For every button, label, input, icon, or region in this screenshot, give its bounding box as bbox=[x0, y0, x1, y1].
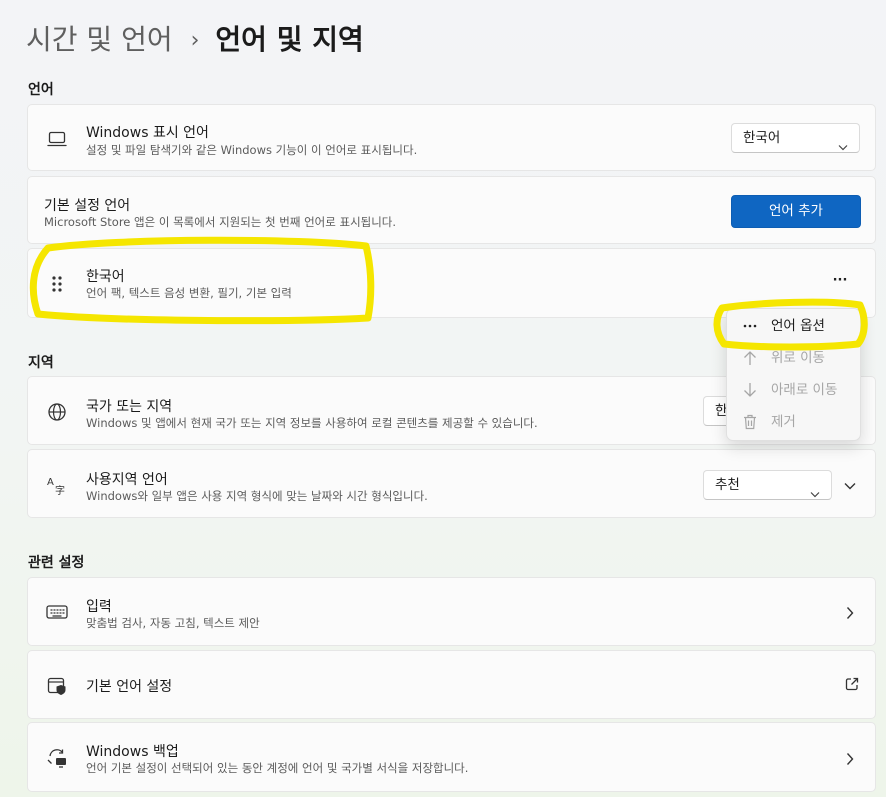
menu-item-move-down[interactable]: 아래로 이동 bbox=[731, 376, 856, 404]
windows-backup-card[interactable]: Windows 백업 언어 기본 설정이 선택되어 있는 동안 계정에 언어 및… bbox=[27, 722, 876, 792]
korean-item-title: 한국어 bbox=[86, 269, 125, 285]
display-language-select[interactable]: 한국어 bbox=[731, 123, 860, 153]
korean-item-subtitle: 언어 팩, 텍스트 음성 변환, 필기, 기본 입력 bbox=[86, 286, 292, 300]
menu-item-label: 위로 이동 bbox=[771, 350, 825, 366]
backup-sync-icon bbox=[46, 747, 68, 769]
typing-title: 입력 bbox=[86, 599, 112, 615]
preferred-language-title: 기본 설정 언어 bbox=[44, 198, 131, 214]
regional-format-select[interactable]: 추천 bbox=[703, 470, 832, 500]
language-format-icon: A字 bbox=[46, 474, 68, 496]
section-header-language: 언어 bbox=[28, 82, 54, 98]
display-language-subtitle: 설정 및 파일 탐색기와 같은 Windows 기능이 이 언어로 표시됩니다. bbox=[86, 143, 418, 157]
trash-icon bbox=[741, 413, 759, 431]
menu-item-move-up[interactable]: 위로 이동 bbox=[731, 344, 856, 372]
menu-item-language-options[interactable]: 언어 옵션 bbox=[731, 312, 856, 340]
keyboard-icon bbox=[46, 601, 68, 623]
expand-chevron-icon[interactable] bbox=[843, 476, 863, 492]
display-language-value: 한국어 bbox=[743, 130, 781, 146]
arrow-up-icon bbox=[741, 349, 759, 367]
breadcrumb-parent[interactable]: 시간 및 언어 bbox=[26, 23, 173, 56]
svg-text:字: 字 bbox=[55, 484, 65, 496]
windows-backup-title: Windows 백업 bbox=[86, 744, 179, 760]
regional-format-card: A字 사용지역 언어 Windows와 일부 앱은 사용 지역 형식에 맞는 날… bbox=[27, 449, 876, 518]
preferred-language-subtitle: Microsoft Store 앱은 이 목록에서 지원되는 첫 번째 언어로 … bbox=[44, 215, 397, 229]
chevron-right-icon bbox=[846, 605, 854, 624]
chevron-down-icon bbox=[838, 133, 848, 161]
external-link-icon bbox=[845, 676, 859, 695]
menu-item-label: 아래로 이동 bbox=[771, 382, 838, 398]
language-context-menu: 언어 옵션 위로 이동 아래로 이동 제거 bbox=[726, 308, 861, 441]
monitor-icon bbox=[46, 128, 68, 150]
country-region-subtitle: Windows 및 앱에서 현재 국가 또는 지역 정보를 사용하여 로컬 콘텐… bbox=[86, 416, 538, 430]
drag-handle-icon[interactable] bbox=[46, 273, 68, 295]
display-language-title: Windows 표시 언어 bbox=[86, 125, 209, 141]
display-language-card: Windows 표시 언어 설정 및 파일 탐색기와 같은 Windows 기능… bbox=[27, 104, 876, 171]
admin-language-card[interactable]: 기본 언어 설정 bbox=[27, 650, 876, 719]
arrow-down-icon bbox=[741, 381, 759, 399]
regional-format-value: 추천 bbox=[715, 477, 740, 493]
menu-item-label: 언어 옵션 bbox=[771, 318, 825, 334]
country-region-title: 국가 또는 지역 bbox=[86, 399, 173, 415]
section-header-related: 관련 설정 bbox=[28, 555, 85, 571]
chevron-down-icon bbox=[810, 480, 820, 508]
preferred-language-card: 기본 설정 언어 Microsoft Store 앱은 이 목록에서 지원되는 … bbox=[27, 176, 876, 244]
regional-format-subtitle: Windows와 일부 앱은 사용 지역 형식에 맞는 날짜와 시간 형식입니다… bbox=[86, 489, 428, 503]
more-icon bbox=[741, 317, 759, 335]
svg-text:A: A bbox=[47, 477, 54, 488]
admin-language-title: 기본 언어 설정 bbox=[86, 679, 173, 695]
breadcrumb: 시간 및 언어 › 언어 및 지역 bbox=[26, 18, 364, 65]
section-header-region: 지역 bbox=[28, 355, 54, 371]
regional-format-title: 사용지역 언어 bbox=[86, 472, 168, 488]
typing-subtitle: 맞춤법 검사, 자동 고침, 텍스트 제안 bbox=[86, 616, 260, 630]
chevron-right-icon bbox=[846, 751, 854, 770]
add-language-button[interactable]: 언어 추가 bbox=[731, 195, 861, 228]
windows-backup-subtitle: 언어 기본 설정이 선택되어 있는 동안 계정에 언어 및 국가별 서식을 저장… bbox=[86, 761, 469, 775]
more-options-button[interactable]: ··· bbox=[828, 269, 852, 293]
menu-item-label: 제거 bbox=[771, 414, 796, 430]
globe-icon bbox=[46, 401, 68, 423]
breadcrumb-separator-icon: › bbox=[190, 28, 200, 53]
menu-item-remove[interactable]: 제거 bbox=[731, 408, 856, 436]
window-shield-icon bbox=[46, 675, 68, 697]
page-title: 언어 및 지역 bbox=[215, 23, 364, 56]
typing-card[interactable]: 입력 맞춤법 검사, 자동 고침, 텍스트 제안 bbox=[27, 577, 876, 646]
